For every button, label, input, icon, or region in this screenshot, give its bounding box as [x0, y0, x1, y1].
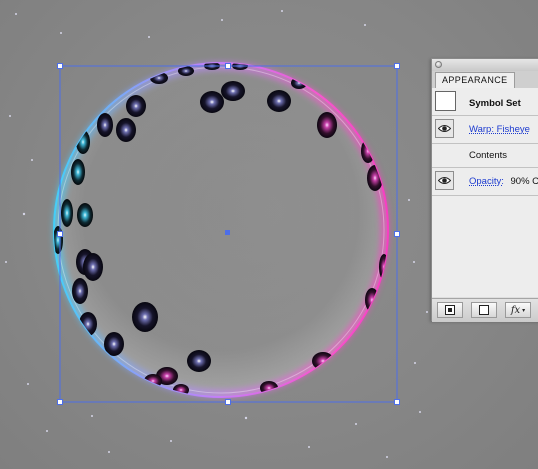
close-icon[interactable]	[435, 61, 442, 68]
visibility-toggle[interactable]	[435, 171, 454, 190]
symbol-thumbnail	[435, 91, 456, 111]
warp-fisheye-link[interactable]: Warp: Fisheye	[469, 124, 530, 135]
list-item-opacity[interactable]: Opacity: 90% C	[432, 168, 538, 196]
opacity-value: 90% C	[510, 176, 538, 187]
panel-tab-row: APPEARANCE	[432, 71, 538, 89]
list-item-warp-fisheye[interactable]: Warp: Fisheye	[432, 116, 538, 144]
fx-icon: fx	[510, 304, 521, 316]
appearance-panel: APPEARANCE Symbol Set Warp: Fisheye Cont…	[431, 58, 538, 322]
new-art-icon	[445, 305, 455, 315]
new-art-button[interactable]	[437, 302, 463, 318]
opacity-link[interactable]: Opacity:	[469, 176, 504, 187]
chevron-down-icon: ▾	[522, 306, 526, 314]
fx-button[interactable]: fx ▾	[505, 302, 531, 318]
eye-icon	[438, 125, 451, 132]
tab-appearance[interactable]: APPEARANCE	[435, 72, 515, 88]
contents-label: Contents	[469, 150, 508, 161]
symbol-set-label: Symbol Set	[469, 98, 521, 109]
fisheye-sphere	[52, 61, 390, 399]
clear-appearance-button[interactable]	[471, 302, 497, 318]
appearance-list: Symbol Set Warp: Fisheye Contents Opacit…	[432, 88, 538, 297]
list-item-symbol-set[interactable]: Symbol Set	[432, 88, 538, 116]
eye-icon	[438, 177, 451, 184]
visibility-toggle[interactable]	[435, 119, 454, 138]
panel-footer: fx ▾	[432, 298, 538, 322]
list-item-contents[interactable]: Contents	[432, 144, 538, 168]
opacity-attribute: Opacity: 90% C	[469, 176, 538, 187]
clear-appearance-icon	[479, 305, 489, 315]
